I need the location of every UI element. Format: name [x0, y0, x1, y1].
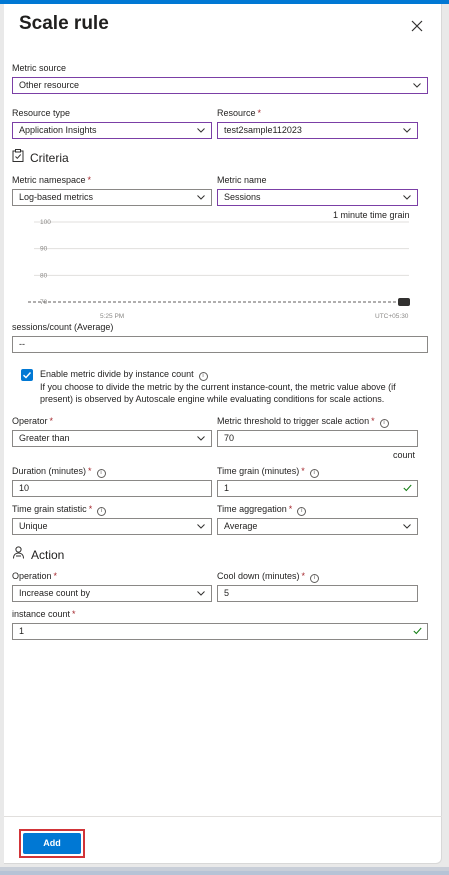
- footer-divider: [4, 816, 442, 817]
- chevron-down-icon: [197, 195, 205, 200]
- timezone-label: UTC+05:30: [375, 313, 409, 320]
- operator-label: Operator *: [12, 416, 54, 426]
- time-aggregation-label: Time aggregation * i: [217, 504, 307, 516]
- time-grain-statistic-dropdown[interactable]: Unique: [12, 518, 212, 535]
- divide-checkbox[interactable]: [21, 369, 33, 381]
- clipboard-check-icon: [12, 149, 24, 162]
- info-icon[interactable]: i: [297, 507, 307, 516]
- metric-source-value: Other resource: [19, 80, 80, 90]
- metric-name-dropdown[interactable]: Sessions: [217, 189, 418, 206]
- chevron-down-icon: [403, 195, 411, 200]
- threshold-unit: count: [393, 450, 416, 460]
- chart-y-ticks: 100908070: [40, 219, 51, 306]
- divide-hint-line: If you choose to divide the metric by th…: [40, 382, 396, 392]
- metric-name-label: Metric name: [217, 175, 267, 185]
- time-aggregation-dropdown[interactable]: Average: [217, 518, 418, 535]
- time-grain-value: 1: [224, 483, 230, 493]
- metric-value-label: sessions/count (Average): [12, 322, 114, 332]
- instance-count-value: 1: [19, 626, 25, 636]
- info-icon[interactable]: i: [379, 419, 389, 428]
- metric-value-field: --: [12, 336, 428, 353]
- metric-namespace-value: Log-based metrics: [19, 192, 94, 202]
- chevron-down-icon: [197, 524, 205, 529]
- time-grain-statistic-label: Time grain statistic * i: [12, 504, 107, 516]
- resource-value: test2sample112023: [224, 125, 302, 135]
- time-grain-label: Time grain (minutes) * i: [217, 466, 319, 478]
- chevron-down-icon: [197, 591, 205, 596]
- time-aggregation-value: Average: [224, 521, 258, 531]
- valid-check-icon: [413, 627, 422, 635]
- operation-value: Increase count by: [19, 588, 91, 598]
- threshold-value: 70: [224, 433, 235, 443]
- info-icon[interactable]: i: [309, 469, 319, 478]
- metric-value-text: --: [19, 339, 25, 349]
- resource-type-value: Application Insights: [19, 125, 97, 135]
- y-tick-label: 100: [40, 219, 51, 226]
- scale-rule-panel: Scale rule Metric source Other resource …: [4, 4, 442, 864]
- info-icon[interactable]: i: [310, 574, 320, 583]
- divide-hint-line: present) is observed by Autoscale engine…: [40, 394, 385, 404]
- info-icon[interactable]: i: [96, 469, 106, 478]
- chevron-down-icon: [413, 83, 421, 88]
- panel-title: Scale rule: [19, 13, 109, 34]
- checkmark-icon: [23, 372, 32, 379]
- add-button[interactable]: Add: [23, 833, 81, 854]
- cool-down-input[interactable]: 5: [217, 585, 418, 602]
- info-icon[interactable]: i: [97, 507, 107, 516]
- page-bottom-strip-accent: [0, 871, 449, 875]
- chart-gridlines: [34, 221, 409, 276]
- resource-type-label: Resource type: [12, 108, 71, 118]
- operation-dropdown[interactable]: Increase count by: [12, 585, 212, 602]
- resource-type-dropdown[interactable]: Application Insights: [12, 122, 212, 139]
- operator-dropdown[interactable]: Greater than: [12, 430, 212, 447]
- instance-count-label: instance count *: [12, 609, 76, 619]
- info-icon[interactable]: i: [198, 372, 208, 381]
- chevron-down-icon: [403, 128, 411, 133]
- criteria-heading: Criteria: [30, 151, 69, 165]
- metric-name-value: Sessions: [224, 192, 261, 202]
- y-tick-label: 80: [40, 272, 48, 279]
- valid-check-icon: [403, 484, 412, 492]
- time-grain-statistic-value: Unique: [19, 521, 48, 531]
- operator-value: Greater than: [19, 433, 70, 443]
- duration-input[interactable]: 10: [12, 480, 212, 497]
- divide-hint: If you choose to divide the metric by th…: [40, 381, 432, 405]
- close-icon[interactable]: [410, 19, 424, 33]
- chevron-down-icon: [197, 436, 205, 441]
- metric-source-dropdown[interactable]: Other resource: [12, 77, 428, 94]
- metric-source-label: Metric source: [12, 63, 67, 73]
- threshold-label: Metric threshold to trigger scale action…: [217, 416, 389, 428]
- resource-label: Resource *: [217, 108, 262, 118]
- time-grain-input[interactable]: 1: [217, 480, 418, 497]
- metric-namespace-dropdown[interactable]: Log-based metrics: [12, 189, 212, 206]
- x-tick-label: 5:25 PM: [100, 313, 124, 320]
- y-tick-label: 90: [40, 246, 48, 253]
- instance-count-input[interactable]: 1: [12, 623, 428, 640]
- metric-chart: 100908070 5:25 PM UTC+05:30: [28, 219, 410, 320]
- cool-down-label: Cool down (minutes) * i: [217, 571, 320, 583]
- chevron-down-icon: [403, 524, 411, 529]
- divide-label: Enable metric divide by instance count i: [40, 369, 208, 381]
- duration-value: 10: [19, 483, 30, 493]
- operation-label: Operation *: [12, 571, 58, 581]
- metric-namespace-label: Metric namespace *: [12, 175, 92, 185]
- action-person-icon: [13, 546, 24, 559]
- action-heading: Action: [31, 548, 65, 562]
- threshold-input[interactable]: 70: [217, 430, 418, 447]
- cool-down-value: 5: [224, 588, 230, 598]
- resource-dropdown[interactable]: test2sample112023: [217, 122, 418, 139]
- chart-end-marker: [398, 298, 410, 306]
- chevron-down-icon: [197, 128, 205, 133]
- duration-label: Duration (minutes) * i: [12, 466, 106, 478]
